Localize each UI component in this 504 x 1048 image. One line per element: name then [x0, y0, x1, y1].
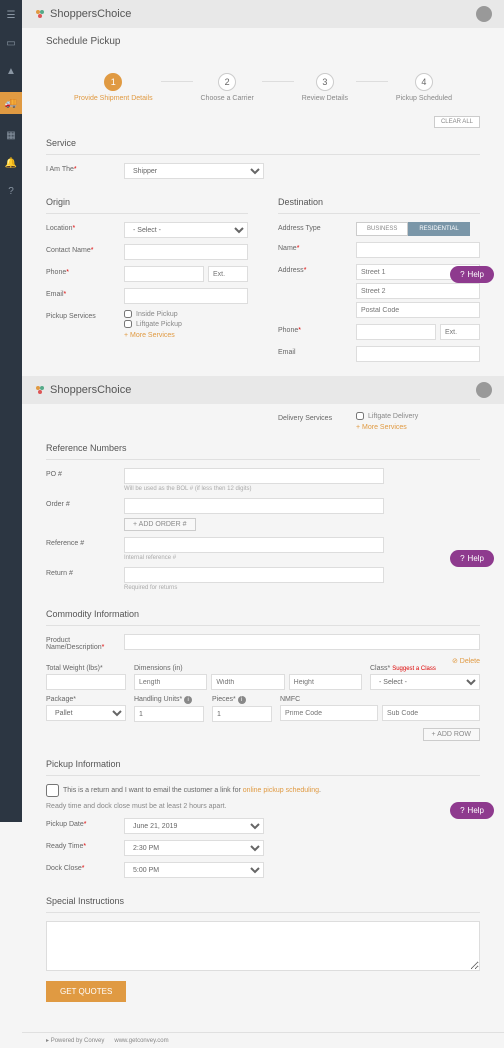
pickup-title: Pickup Information — [46, 753, 480, 776]
return-input[interactable] — [124, 567, 384, 583]
dest-ext-input[interactable] — [440, 324, 480, 340]
location-select[interactable]: - Select - — [124, 222, 248, 238]
step-1[interactable]: 1Provide Shipment Details — [66, 73, 161, 102]
i-am-the-select[interactable]: Shipper — [124, 163, 264, 179]
origin-email-input[interactable] — [124, 288, 248, 304]
postal-input[interactable] — [356, 302, 480, 318]
dest-phone-input[interactable] — [356, 324, 436, 340]
service-title: Service — [46, 132, 480, 155]
brand-text: ShoppersChoice — [50, 8, 131, 20]
street2-input[interactable] — [356, 283, 480, 299]
special-textarea[interactable] — [46, 921, 480, 971]
origin-phone-input[interactable] — [124, 266, 204, 282]
liftgate-delivery-check[interactable] — [356, 412, 364, 420]
sub-input[interactable] — [382, 705, 480, 721]
step-3[interactable]: 3Review Details — [294, 73, 356, 102]
nav-chart[interactable]: ▦ — [4, 128, 18, 142]
width-input[interactable] — [211, 674, 284, 690]
class-select[interactable]: - Select - — [370, 674, 480, 690]
dest-name-input[interactable] — [356, 242, 480, 258]
pieces-input[interactable] — [212, 706, 272, 722]
clear-all-button[interactable]: CLEAR ALL — [434, 116, 480, 128]
commodity-title: Commodity Information — [46, 603, 480, 626]
length-input[interactable] — [134, 674, 207, 690]
more-delivery-services[interactable]: + More Services — [356, 424, 407, 431]
suggest-class-link[interactable]: Suggest a Class — [392, 666, 436, 672]
add-order-button[interactable]: + ADD ORDER # — [124, 518, 196, 531]
user-avatar[interactable] — [476, 6, 492, 22]
residential-toggle[interactable]: RESIDENTIAL — [408, 222, 469, 236]
delete-row-link[interactable]: ⊘ Delete — [46, 657, 480, 665]
logo-icon — [34, 8, 46, 20]
help-button-3[interactable]: ? Help — [450, 802, 494, 819]
footer-link[interactable]: www.getconvey.com — [114, 1038, 168, 1044]
destination-title: Destination — [278, 191, 480, 214]
origin-title: Origin — [46, 191, 248, 214]
step-2[interactable]: 2Choose a Carrier — [193, 73, 262, 102]
inside-pickup-check[interactable] — [124, 310, 132, 318]
step-4[interactable]: 4Pickup Scheduled — [388, 73, 460, 102]
more-pickup-services[interactable]: + More Services — [124, 332, 175, 339]
i-am-the-label: I Am The* — [46, 163, 116, 173]
contact-name-input[interactable] — [124, 244, 248, 260]
dock-close-select[interactable]: 5:00 PM — [124, 862, 264, 878]
pickup-date-select[interactable]: June 21, 2019 — [124, 818, 264, 834]
special-title: Special Instructions — [46, 890, 480, 913]
help-button-1[interactable]: ? Help — [450, 266, 494, 283]
topbar-2: ShoppersChoice — [22, 376, 504, 404]
stepper: 1Provide Shipment Details 2Choose a Carr… — [46, 63, 480, 112]
footer: ▸ Powered by Convey www.getconvey.com — [22, 1032, 504, 1048]
prime-input[interactable] — [280, 705, 378, 721]
po-input[interactable] — [124, 468, 384, 484]
order-input[interactable] — [124, 498, 384, 514]
reference-input[interactable] — [124, 537, 384, 553]
business-toggle[interactable]: BUSINESS — [356, 222, 408, 236]
pickup-note: Ready time and dock close must be at lea… — [46, 803, 480, 810]
ready-time-select[interactable]: 2:30 PM — [124, 840, 264, 856]
nav-alert[interactable]: ▲ — [4, 64, 18, 78]
sidebar: ☰ ▭ ▲ 🚚 ▦ 🔔 ? — [0, 0, 22, 822]
height-input[interactable] — [289, 674, 362, 690]
topbar: ShoppersChoice — [22, 0, 504, 28]
online-scheduling-link[interactable]: online pickup scheduling — [243, 787, 319, 794]
get-quotes-button[interactable]: GET QUOTES — [46, 981, 126, 1002]
dest-email-input[interactable] — [356, 346, 480, 362]
info-icon[interactable]: i — [184, 696, 192, 704]
add-row-button[interactable]: + ADD ROW — [423, 728, 481, 741]
user-avatar-2[interactable] — [476, 382, 492, 398]
nav-help[interactable]: ? — [4, 184, 18, 198]
logo: ShoppersChoice — [34, 8, 131, 20]
nav-bell[interactable]: 🔔 — [4, 156, 18, 170]
weight-input[interactable] — [46, 674, 126, 690]
origin-ext-input[interactable] — [208, 266, 248, 282]
ref-title: Reference Numbers — [46, 437, 480, 460]
return-check[interactable] — [46, 784, 59, 797]
package-select[interactable]: Pallet — [46, 705, 126, 721]
nav-truck[interactable]: 🚚 — [0, 92, 22, 114]
page-title: Schedule Pickup — [22, 28, 504, 55]
nav-menu[interactable]: ☰ — [4, 8, 18, 22]
liftgate-pickup-check[interactable] — [124, 320, 132, 328]
help-button-2[interactable]: ? Help — [450, 550, 494, 567]
product-input[interactable] — [124, 634, 480, 650]
nav-clipboard[interactable]: ▭ — [4, 36, 18, 50]
handling-input[interactable] — [134, 706, 204, 722]
